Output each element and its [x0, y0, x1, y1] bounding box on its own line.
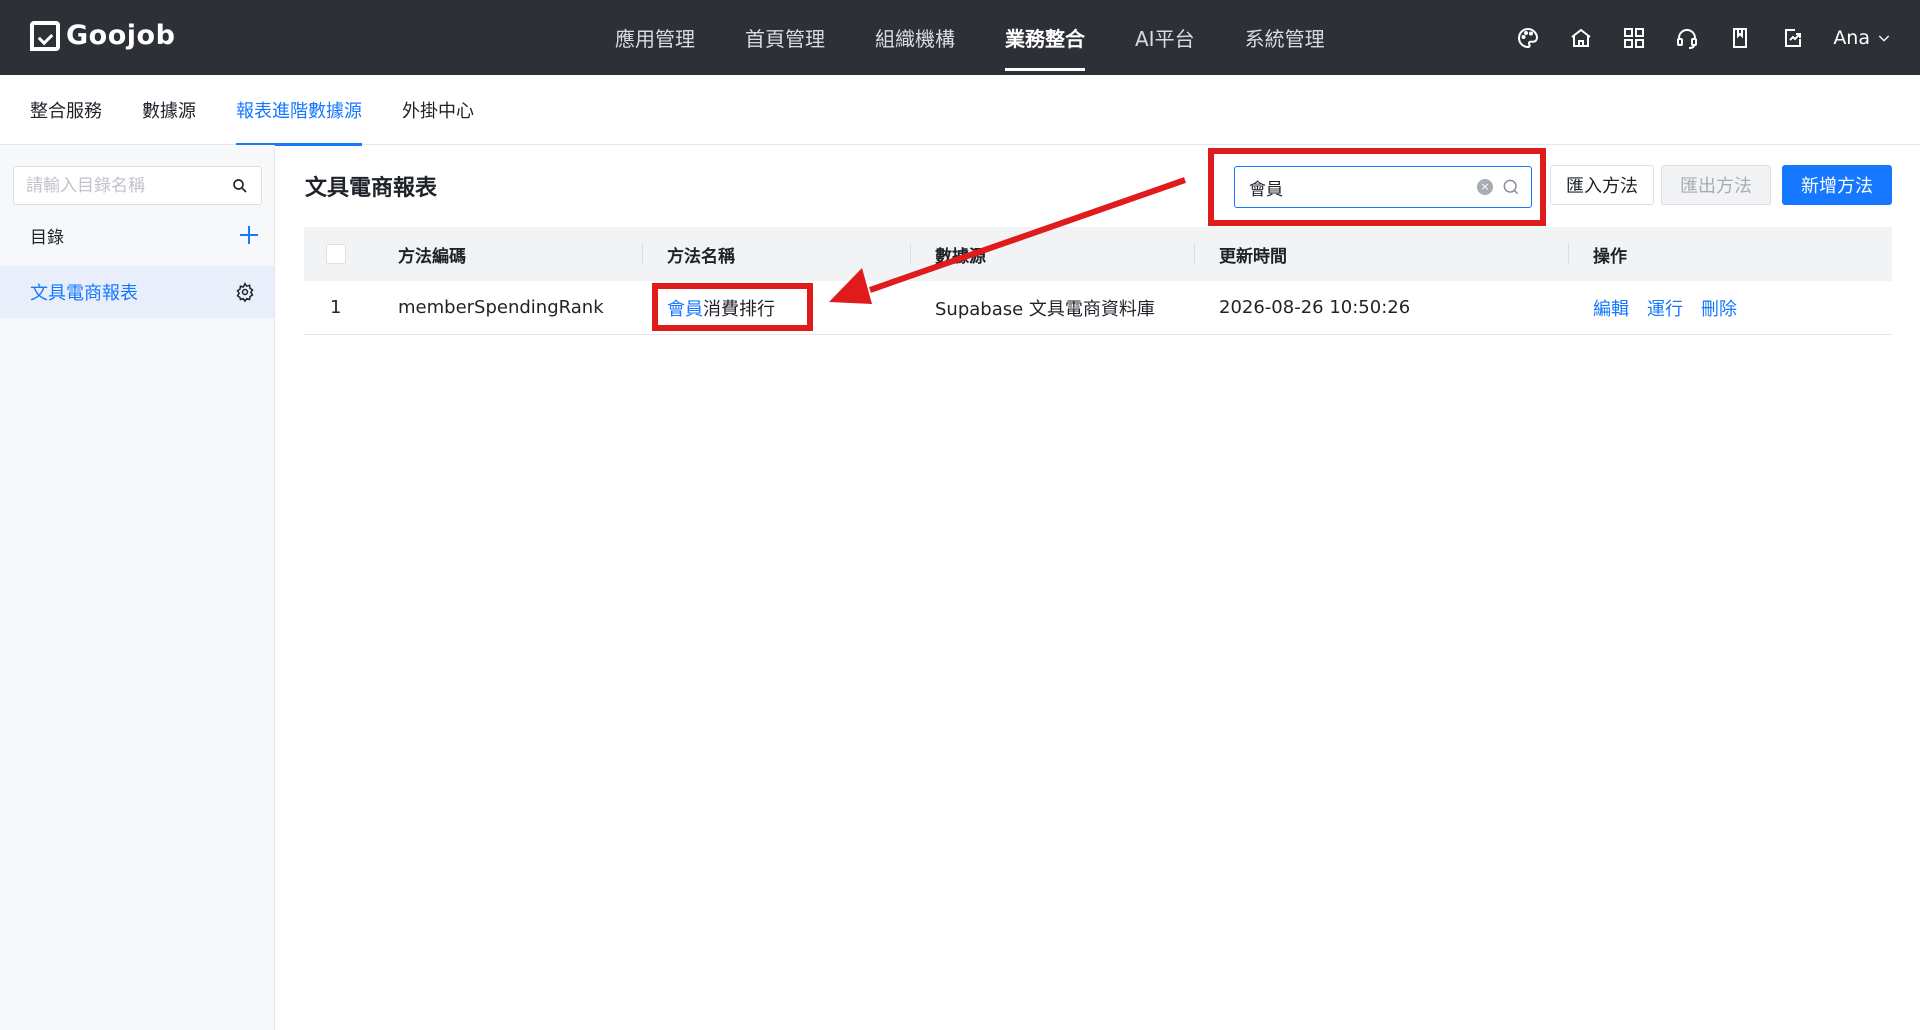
column-divider [1194, 243, 1195, 265]
nav-item-system-management[interactable]: 系統管理 [1220, 0, 1350, 75]
clear-icon[interactable]: × [1477, 179, 1493, 195]
tab-integration-service[interactable]: 整合服務 [10, 75, 122, 145]
column-divider [910, 243, 911, 265]
methods-table: 方法編碼 方法名稱 數據源 更新時間 操作 1 memberSpendingRa… [304, 227, 1892, 335]
new-method-button[interactable]: 新增方法 [1782, 165, 1892, 205]
logo-chat-check-icon [30, 20, 60, 51]
bookmark-icon[interactable] [1723, 21, 1756, 54]
column-header-name: 方法名稱 [667, 246, 735, 267]
method-search: × [1234, 166, 1532, 208]
logo-text: Goojob [66, 20, 176, 51]
directory-header: 目錄 [30, 215, 260, 255]
main-nav: 應用管理 首頁管理 組織機構 業務整合 AI平台 系統管理 [590, 0, 1350, 75]
row-method-name: 會員消費排行 [667, 295, 935, 321]
topbar-tools: Ana [1511, 0, 1892, 75]
tab-report-advanced-data-source[interactable]: 報表進階數據源 [216, 75, 382, 146]
export-icon[interactable] [1776, 21, 1809, 54]
directory-search [13, 166, 262, 205]
tab-plugin-center[interactable]: 外掛中心 [382, 75, 494, 145]
select-all-checkbox[interactable] [326, 244, 346, 264]
chevron-down-icon [1878, 35, 1890, 42]
import-method-button[interactable]: 匯入方法 [1550, 165, 1654, 205]
headset-icon[interactable] [1670, 21, 1703, 54]
column-header-updated: 更新時間 [1219, 246, 1287, 267]
goojob-logo[interactable]: Goojob [30, 20, 175, 51]
page-title: 文具電商報表 [305, 176, 438, 201]
method-name-rest: 消費排行 [703, 298, 775, 320]
home-icon[interactable] [1564, 21, 1597, 54]
search-match-text: 會員 [667, 298, 703, 320]
table-row[interactable]: 1 memberSpendingRank 會員消費排行 Supabase 文具電… [304, 281, 1892, 335]
nav-item-app-management[interactable]: 應用管理 [590, 0, 720, 75]
method-search-input[interactable] [1249, 177, 1477, 197]
directory-label: 目錄 [30, 227, 64, 248]
export-method-button[interactable]: 匯出方法 [1661, 165, 1771, 205]
add-directory-icon[interactable] [238, 224, 260, 246]
row-index: 1 [330, 297, 342, 318]
directory-search-input[interactable] [26, 175, 231, 196]
row-method-code: memberSpendingRank [398, 297, 604, 318]
table-header: 方法編碼 方法名稱 數據源 更新時間 操作 [304, 227, 1892, 281]
row-data-source: Supabase 文具電商資料庫 [935, 298, 1155, 320]
delete-link[interactable]: 刪除 [1701, 295, 1737, 321]
search-icon[interactable] [231, 177, 249, 195]
column-divider [642, 243, 643, 265]
column-header-actions: 操作 [1593, 246, 1627, 267]
sidebar-item-label: 文具電商報表 [30, 283, 138, 304]
column-header-source: 數據源 [935, 246, 986, 267]
nav-item-business-integration[interactable]: 業務整合 [980, 0, 1110, 75]
run-link[interactable]: 運行 [1647, 295, 1683, 321]
annotation-arrow [829, 177, 1186, 304]
nav-item-ai-platform[interactable]: AI平台 [1110, 0, 1220, 75]
nav-item-organization[interactable]: 組織機構 [850, 0, 980, 75]
column-divider [1568, 243, 1569, 265]
row-updated-time: 2026-08-26 10:50:26 [1219, 297, 1411, 318]
user-menu[interactable]: Ana [1833, 27, 1892, 49]
tab-data-source[interactable]: 數據源 [122, 75, 216, 145]
grid-icon[interactable] [1617, 21, 1650, 54]
directory-sidebar: 目錄 文具電商報表 [0, 145, 275, 1030]
row-actions: 編輯 運行 刪除 [1593, 295, 1892, 321]
palette-icon[interactable] [1511, 21, 1544, 54]
gear-icon[interactable] [235, 282, 255, 302]
column-header-code: 方法編碼 [398, 246, 466, 267]
search-icon[interactable] [1501, 177, 1521, 197]
sub-tabs: 整合服務 數據源 報表進階數據源 外掛中心 [0, 75, 1920, 146]
sidebar-item-stationery-report[interactable]: 文具電商報表 [0, 266, 274, 318]
nav-item-home-management[interactable]: 首頁管理 [720, 0, 850, 75]
edit-link[interactable]: 編輯 [1593, 295, 1629, 321]
user-name: Ana [1833, 26, 1870, 49]
top-navbar: Goojob 應用管理 首頁管理 組織機構 業務整合 AI平台 系統管理 Ana [0, 0, 1920, 75]
